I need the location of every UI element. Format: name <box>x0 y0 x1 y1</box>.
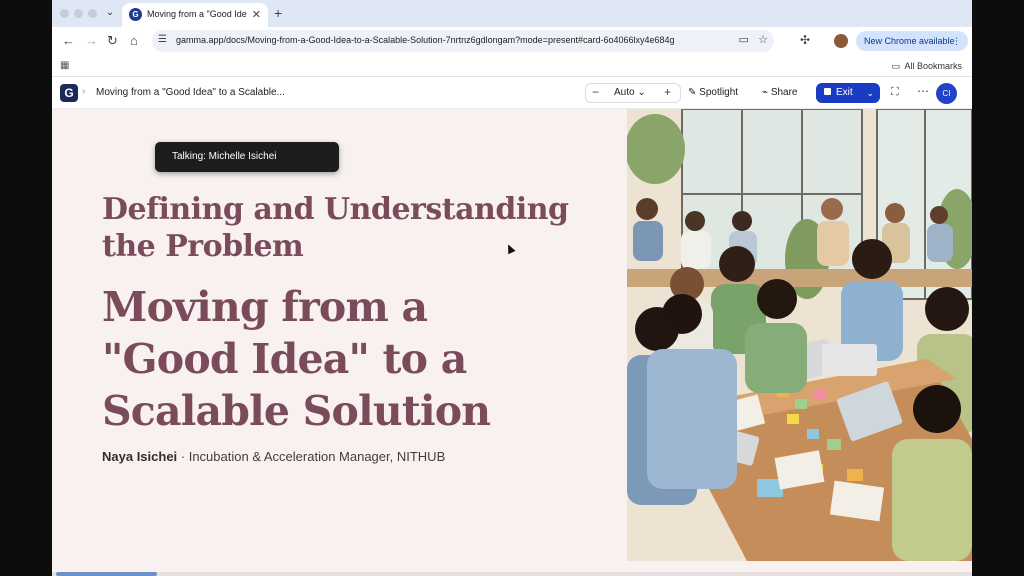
install-icon[interactable]: ▭ <box>739 34 749 46</box>
gamma-header: G › Moving from a "Good Idea" to a Scala… <box>52 78 972 109</box>
all-bookmarks-label: All Bookmarks <box>904 61 962 71</box>
slide-heading: Defining and Understanding the Problem <box>102 192 569 264</box>
stop-icon <box>824 88 831 95</box>
right-letterbox <box>972 0 1024 576</box>
maximize-window-button[interactable] <box>88 9 97 18</box>
all-bookmarks-button[interactable]: ▭ All Bookmarks <box>891 61 962 72</box>
apps-grid-icon[interactable]: ▦ <box>60 60 69 71</box>
new-chrome-available-button[interactable]: New Chrome available ⋮ <box>856 31 968 51</box>
illustration-svg <box>627 109 972 561</box>
presentation-slide: Talking: Michelle Isichei Defining and U… <box>52 109 972 576</box>
browser-toolbar: ← → ↻ ⌂ ☰ gamma.app/docs/Moving-from-a-G… <box>52 27 972 56</box>
zoom-in-button[interactable]: + <box>664 85 671 99</box>
home-icon[interactable]: ⌂ <box>130 33 138 48</box>
share-button[interactable]: ⌁ Share <box>762 87 798 98</box>
tab-title: Moving from a "Good Idea" to a Scalable … <box>147 9 247 19</box>
spotlight-button[interactable]: ✎ Spotlight <box>688 87 738 98</box>
byline-separator: · <box>177 449 189 464</box>
menu-dots-icon: ⋮ <box>952 36 961 46</box>
browser-window: ⌄ G Moving from a "Good Idea" to a Scala… <box>52 0 972 576</box>
chevron-down-icon[interactable]: ⌄ <box>866 83 874 103</box>
share-label: Share <box>770 87 798 98</box>
slide-progress-track <box>52 572 972 576</box>
minimize-window-button[interactable] <box>74 9 83 18</box>
close-tab-icon[interactable]: ✕ <box>252 8 261 21</box>
back-icon[interactable]: ← <box>62 33 75 48</box>
active-tab[interactable]: G Moving from a "Good Idea" to a Scalabl… <box>122 3 268 27</box>
forward-icon[interactable]: → <box>85 33 98 48</box>
slide-progress-fill <box>56 572 157 576</box>
slide-title: Moving from a "Good Idea" to a Scalable … <box>102 283 491 435</box>
new-chrome-label: New Chrome available <box>864 36 955 46</box>
doc-title[interactable]: Moving from a "Good Idea" to a Scalable.… <box>96 87 285 98</box>
fullscreen-icon[interactable]: ⛶ <box>891 86 899 99</box>
star-icon[interactable]: ☆ <box>758 34 768 46</box>
site-info-icon[interactable]: ☰ <box>158 34 167 45</box>
omnibox-actions: ▭ ☆ <box>739 33 768 46</box>
gamma-logo[interactable]: G <box>60 84 78 102</box>
share-icon: ⌁ <box>762 87 769 98</box>
zoom-out-button[interactable]: − <box>592 85 599 99</box>
talking-indicator: Talking: Michelle Isichei <box>155 142 339 172</box>
zoom-control: − Auto ⌄ + <box>585 83 681 103</box>
close-window-button[interactable] <box>60 9 69 18</box>
folder-icon: ▭ <box>891 61 900 71</box>
reload-icon[interactable]: ↻ <box>107 33 118 49</box>
zoom-value: Auto <box>614 87 635 98</box>
new-tab-icon[interactable]: + <box>274 5 282 21</box>
presenter-role: Incubation & Acceleration Manager, NITHU… <box>188 449 446 464</box>
team-collaboration-illustration <box>627 109 972 561</box>
exit-button[interactable]: Exit ⌄ <box>816 83 880 103</box>
url-text: gamma.app/docs/Moving-from-a-Good-Idea-t… <box>176 35 675 45</box>
address-bar[interactable]: ☰ gamma.app/docs/Moving-from-a-Good-Idea… <box>152 30 774 52</box>
bookmarks-bar: ▦ ▭ All Bookmarks <box>52 56 972 77</box>
tab-strip: ⌄ G Moving from a "Good Idea" to a Scala… <box>52 0 972 27</box>
chevron-right-icon: › <box>82 86 86 97</box>
gamma-favicon-icon: G <box>129 8 142 21</box>
more-icon[interactable]: ⋯ <box>917 84 929 98</box>
chevron-down-icon: ⌄ <box>637 87 646 98</box>
tab-search-icon[interactable]: ⌄ <box>102 5 118 21</box>
left-letterbox <box>0 0 52 576</box>
presenter-name: Naya Isichei <box>102 449 178 464</box>
spotlight-label: Spotlight <box>699 87 739 98</box>
spotlight-icon: ✎ <box>688 87 697 98</box>
user-avatar[interactable]: CI <box>936 83 957 104</box>
extensions-icon[interactable]: ✣ <box>800 33 810 47</box>
presenter-byline: Naya Isichei · Incubation & Acceleration… <box>102 449 445 464</box>
profile-avatar[interactable] <box>834 34 848 48</box>
exit-label: Exit <box>836 87 853 98</box>
zoom-select[interactable]: Auto ⌄ <box>614 87 646 98</box>
